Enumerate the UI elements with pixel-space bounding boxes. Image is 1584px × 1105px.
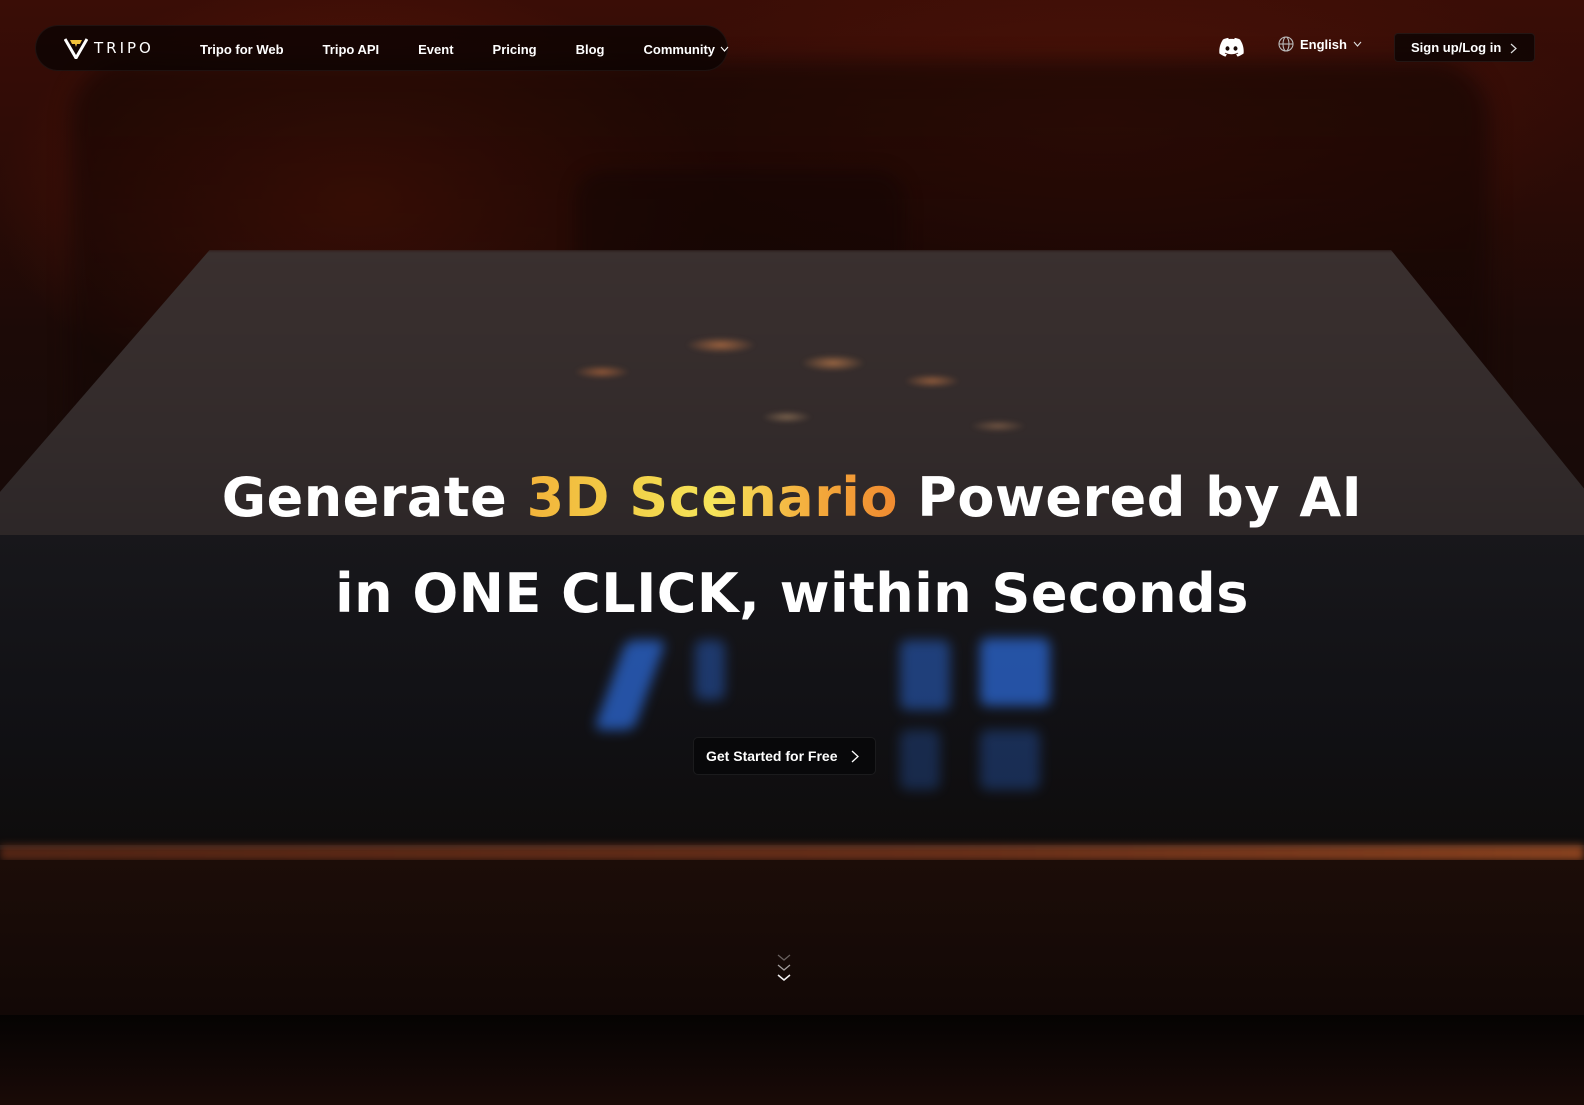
nav-community[interactable]: Community xyxy=(644,42,730,57)
get-started-button[interactable]: Get Started for Free xyxy=(693,737,876,775)
language-selector[interactable]: English xyxy=(1278,36,1362,52)
background-bottom xyxy=(0,1015,1584,1105)
scroll-down-icon[interactable] xyxy=(775,952,793,986)
signup-login-label: Sign up/Log in xyxy=(1411,40,1502,55)
headline-text: Powered by AI xyxy=(897,466,1363,529)
logo-wordmark: TRIPO xyxy=(94,39,154,57)
headline-line-1: Generate 3D Scenario Powered by AI xyxy=(222,466,1362,529)
chevron-right-icon xyxy=(1510,43,1517,54)
main-nav: TRIPO Tripo for Web Tripo API Event Pric… xyxy=(35,25,729,71)
chevron-down-icon xyxy=(720,46,729,52)
headline-text: Generate xyxy=(221,466,527,529)
nav-event[interactable]: Event xyxy=(418,42,453,57)
chevron-down-icon xyxy=(1353,41,1362,47)
hero-headline: Generate 3D Scenario Powered by AI in ON… xyxy=(0,450,1584,642)
background-glow-edge xyxy=(0,845,1584,861)
nav-blog[interactable]: Blog xyxy=(576,42,605,57)
nav-tripo-api[interactable]: Tripo API xyxy=(323,42,380,57)
nav-links: Tripo for Web Tripo API Event Pricing Bl… xyxy=(200,26,768,72)
headline-line-2: in ONE CLICK, within Seconds xyxy=(335,562,1249,625)
headline-accent: 3D Scenario xyxy=(526,466,898,529)
globe-icon xyxy=(1278,36,1294,52)
background-floor xyxy=(0,860,1584,1020)
nav-tripo-for-web[interactable]: Tripo for Web xyxy=(200,42,284,57)
discord-icon[interactable] xyxy=(1219,37,1244,57)
signup-login-button[interactable]: Sign up/Log in xyxy=(1394,33,1535,62)
language-label: English xyxy=(1300,36,1347,52)
nav-pricing[interactable]: Pricing xyxy=(493,42,537,57)
tripo-logo[interactable]: TRIPO xyxy=(64,37,154,59)
nav-community-label: Community xyxy=(643,41,716,57)
chevron-right-icon xyxy=(851,750,859,763)
tripo-logo-icon xyxy=(64,38,88,59)
get-started-label: Get Started for Free xyxy=(706,748,838,764)
